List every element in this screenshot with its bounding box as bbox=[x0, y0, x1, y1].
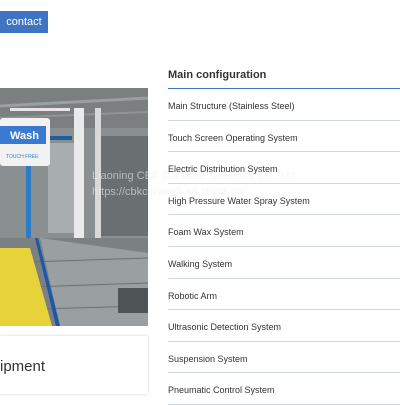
contact-button[interactable]: contact bbox=[0, 11, 48, 33]
config-item[interactable]: Touch Screen Operating System bbox=[168, 121, 400, 153]
caption-text: ipment bbox=[0, 358, 46, 375]
config-item[interactable]: Electric Distribution System bbox=[168, 152, 400, 184]
sign-text: Wash bbox=[10, 130, 39, 142]
config-title: Main configuration bbox=[168, 69, 267, 81]
config-item[interactable]: Robotic Arm bbox=[168, 279, 400, 311]
config-item[interactable]: Main Structure (Stainless Steel) bbox=[168, 89, 400, 121]
config-item[interactable]: Foam Wax System bbox=[168, 215, 400, 247]
config-list: Main Structure (Stainless Steel) Touch S… bbox=[168, 89, 400, 405]
config-item[interactable]: Ultrasonic Detection System bbox=[168, 310, 400, 342]
caption-card: ipment bbox=[0, 336, 148, 394]
sign-subtext: TOUCH FREE bbox=[6, 154, 39, 160]
config-item[interactable]: Suspension System bbox=[168, 342, 400, 374]
config-item[interactable]: High Pressure Water Spray System bbox=[168, 184, 400, 216]
product-photo: Wash TOUCH FREE bbox=[0, 88, 148, 326]
config-item[interactable]: Pneumatic Control System bbox=[168, 373, 400, 405]
main-configuration-panel: Main configuration Main Structure (Stain… bbox=[168, 62, 400, 405]
config-item[interactable]: Walking System bbox=[168, 247, 400, 279]
